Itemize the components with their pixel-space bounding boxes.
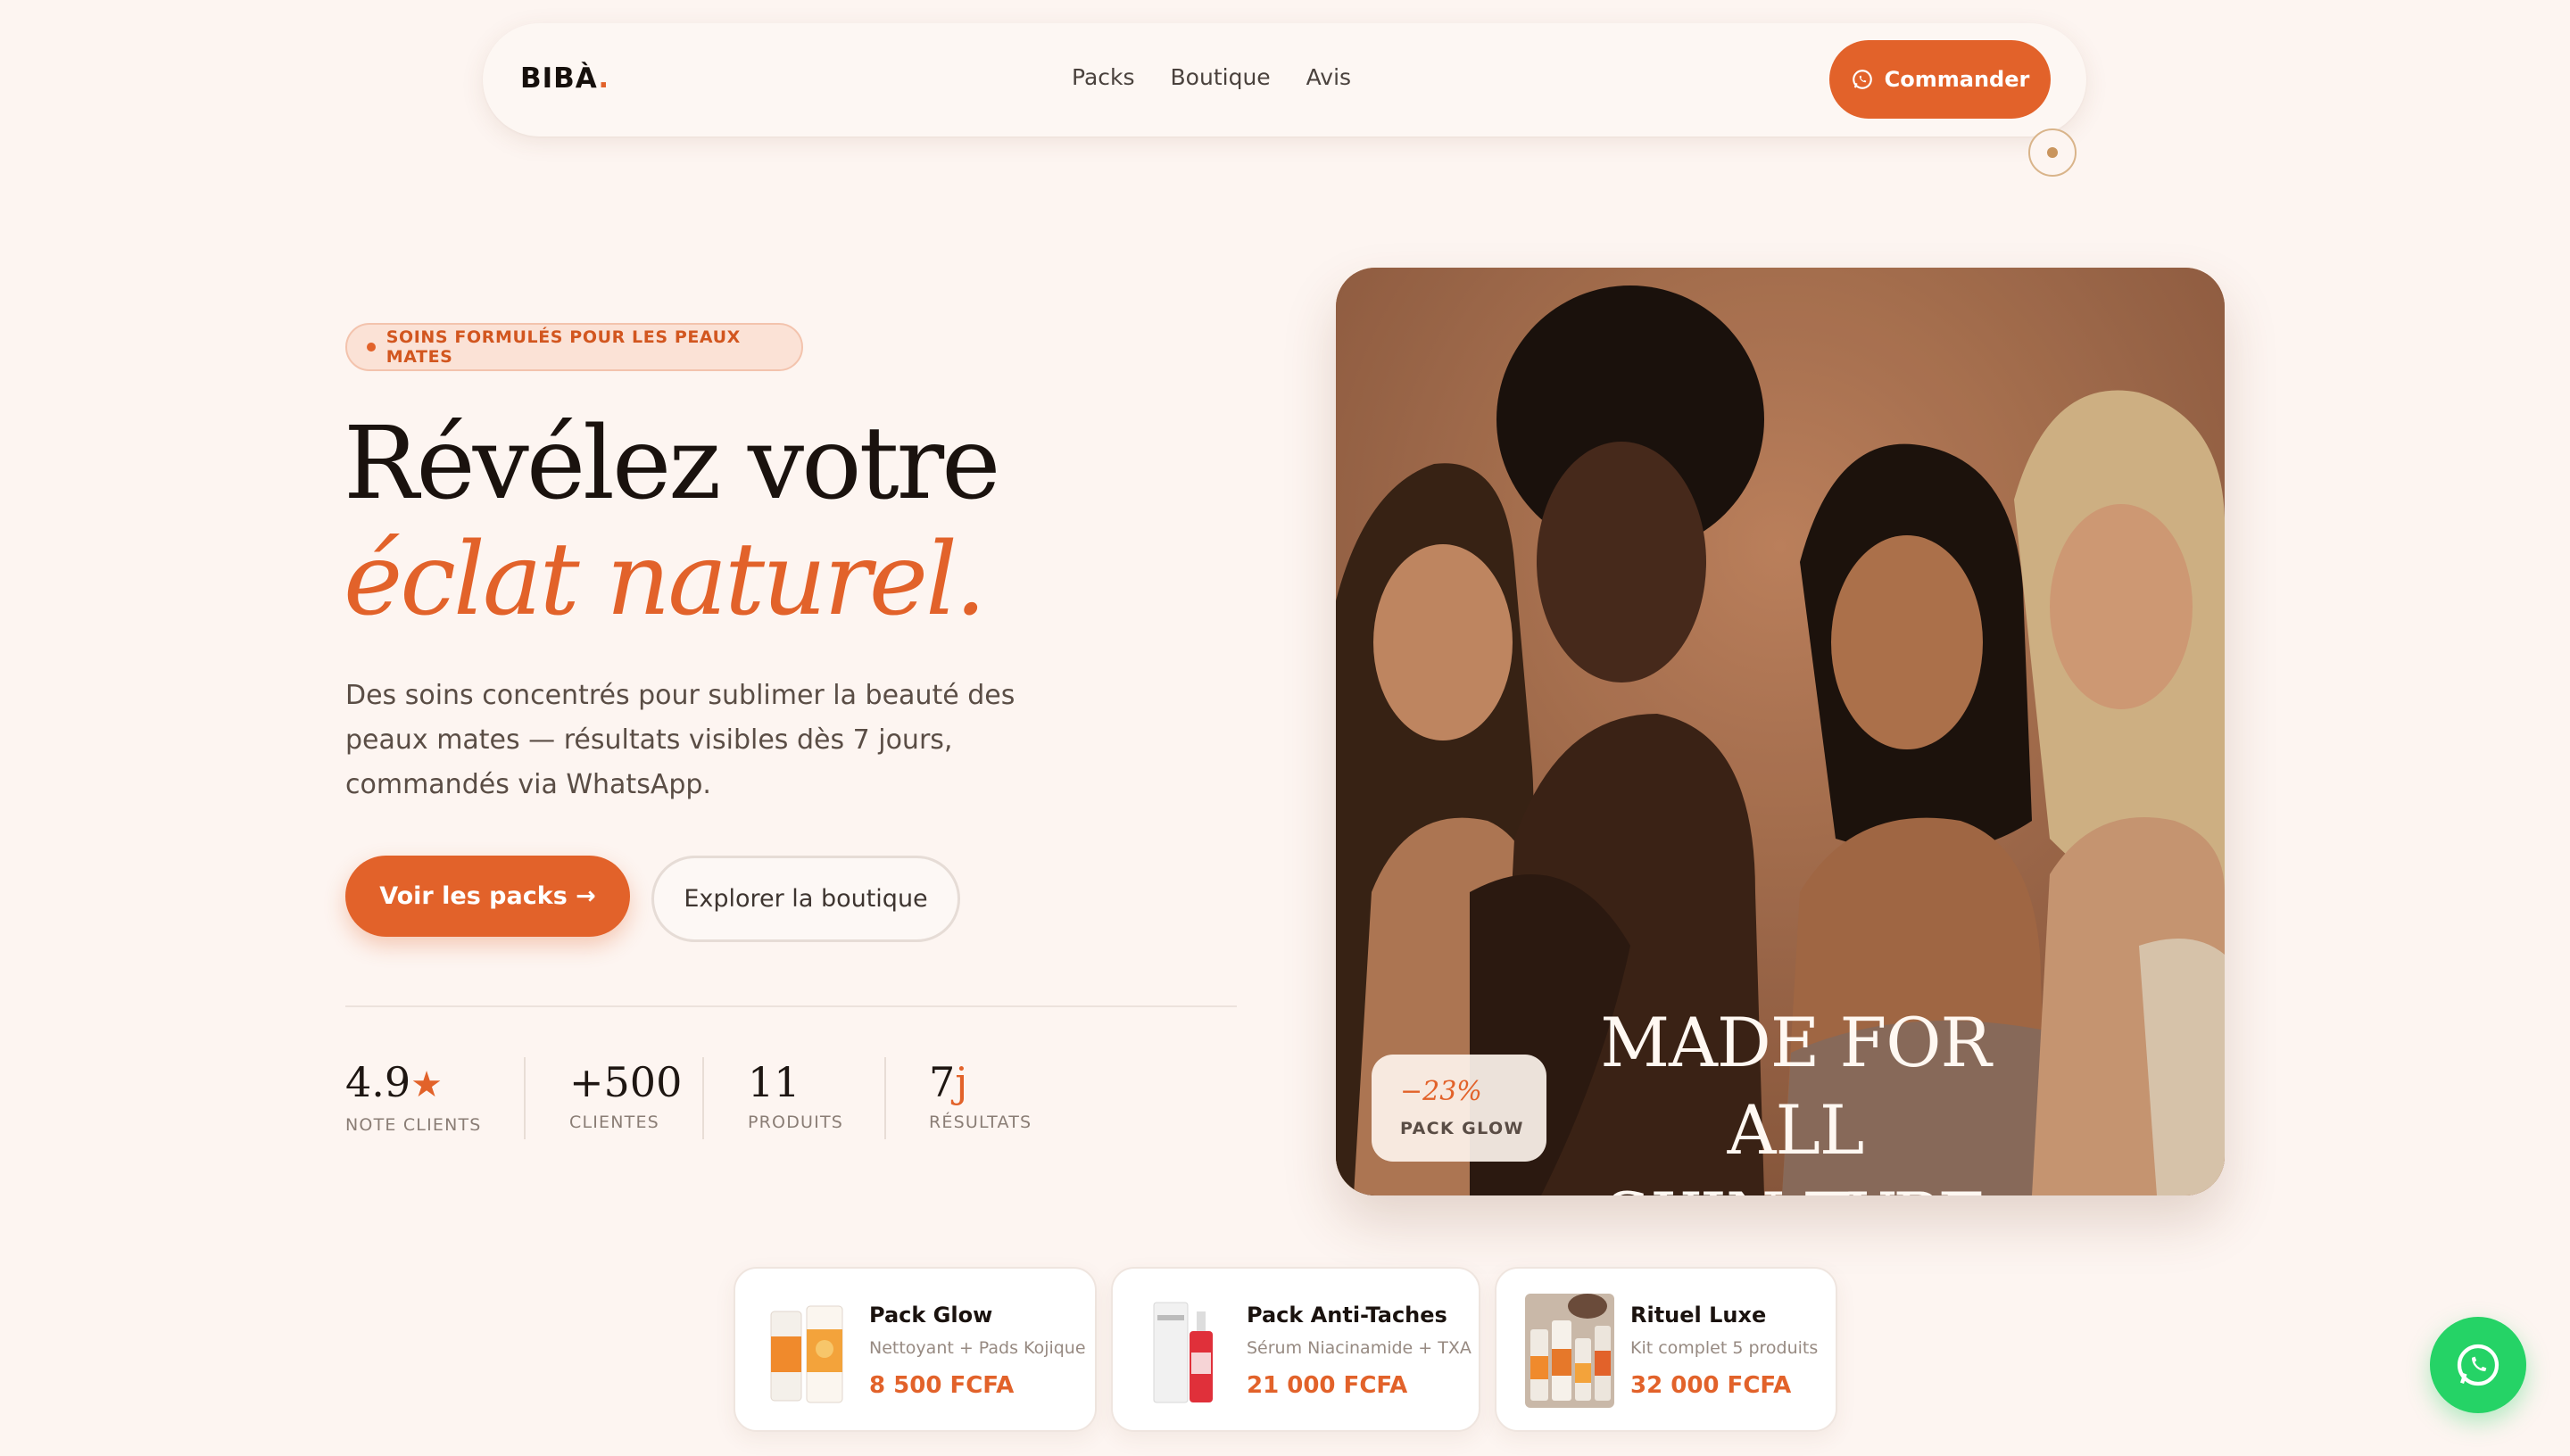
nav-link-boutique[interactable]: Boutique: [1171, 64, 1271, 90]
overlay-line1: MADE FOR ALL: [1600, 1003, 1992, 1170]
product-thumbnail: [770, 1305, 843, 1403]
product-subtitle: Nettoyant + Pads Kojique: [869, 1338, 1086, 1358]
product-thumbnail: [1153, 1302, 1213, 1403]
scroll-indicator-dot: [2047, 147, 2058, 158]
product-thumbnail: [1525, 1294, 1614, 1408]
hero-badge: SOINS FORMULÉS POUR LES PEAUX MATES: [345, 323, 803, 371]
stat-clients: +500 CLIENTES: [569, 1057, 682, 1132]
product-card-glow[interactable]: Pack Glow Nettoyant + Pads Kojique 8 500…: [734, 1267, 1097, 1432]
discount-label: PACK GLOW: [1400, 1119, 1524, 1138]
product-subtitle: Sérum Niacinamide + TXA: [1247, 1338, 1472, 1358]
stat-rating-label: NOTE CLIENTS: [345, 1115, 482, 1135]
discount-value: −23%: [1400, 1076, 1482, 1107]
nav-links: Packs Boutique Avis: [1072, 64, 1351, 90]
stat-results: 7j RÉSULTATS: [929, 1057, 1032, 1132]
view-packs-button[interactable]: Voir les packs →: [345, 856, 630, 937]
stat-products-value: 11: [748, 1058, 800, 1106]
brand-logo[interactable]: BIBÀ.: [520, 62, 609, 95]
stat-clients-value: +500: [569, 1058, 683, 1106]
product-price: 8 500 FCFA: [869, 1372, 1015, 1399]
product-name: Rituel Luxe: [1630, 1303, 1767, 1328]
stat-rating: 4.9★ NOTE CLIENTS: [345, 1057, 482, 1135]
nav-link-packs[interactable]: Packs: [1072, 64, 1135, 90]
badge-label: SOINS FORMULÉS POUR LES PEAUX MATES: [386, 327, 741, 367]
stat-separator: [884, 1057, 886, 1139]
scroll-indicator[interactable]: [2028, 128, 2077, 177]
badge-dot: [367, 343, 376, 352]
hero-title-line2: éclat naturel.: [344, 522, 987, 638]
product-subtitle: Kit complet 5 produits: [1630, 1338, 1819, 1358]
commander-label: Commander: [1884, 67, 2030, 92]
top-nav: BIBÀ. Packs Boutique Avis Commander: [483, 23, 2086, 177]
product-name: Pack Anti-Taches: [1247, 1303, 1447, 1328]
divider: [345, 1005, 1237, 1007]
hero-description: Des soins concentrés pour sublimer la be…: [345, 680, 1016, 800]
product-price: 21 000 FCFA: [1247, 1372, 1408, 1399]
hero-image: −23% PACK GLOW MADE FOR ALL SKIN TYPE: [1336, 268, 2225, 1195]
explore-shop-button[interactable]: Explorer la boutique: [651, 856, 960, 942]
whatsapp-fab[interactable]: [2430, 1317, 2526, 1413]
stat-separator: [702, 1057, 704, 1139]
stat-clients-label: CLIENTES: [569, 1113, 659, 1132]
product-name: Pack Glow: [869, 1303, 993, 1328]
whatsapp-icon: [1852, 70, 1872, 89]
stat-results-label: RÉSULTATS: [929, 1113, 1032, 1132]
overlay-line2: SKIN TYPE: [1528, 1174, 2063, 1195]
product-price: 32 000 FCFA: [1630, 1372, 1792, 1399]
star-icon: ★: [410, 1064, 444, 1105]
stat-products-label: PRODUITS: [748, 1113, 844, 1132]
stat-rating-value: 4.9: [345, 1058, 411, 1106]
stat-results-unit: j: [955, 1058, 968, 1106]
product-card-rituel-luxe[interactable]: Rituel Luxe Kit complet 5 produits 32 00…: [1495, 1267, 1837, 1432]
image-overlay-text: MADE FOR ALL SKIN TYPE: [1528, 999, 2063, 1195]
hero-title: Révélez votre éclat naturel.: [344, 406, 1000, 638]
stat-results-value: 7: [929, 1058, 956, 1106]
discount-badge: −23% PACK GLOW: [1372, 1055, 1546, 1162]
nav-link-avis[interactable]: Avis: [1306, 64, 1351, 90]
stat-separator: [524, 1057, 526, 1139]
product-card-anti-taches[interactable]: Pack Anti-Taches Sérum Niacinamide + TXA…: [1111, 1267, 1480, 1432]
commander-button[interactable]: Commander: [1829, 40, 2051, 119]
hero-title-line1: Révélez votre: [344, 406, 1000, 522]
stat-products: 11 PRODUITS: [748, 1057, 843, 1132]
whatsapp-icon: [2457, 1344, 2500, 1386]
